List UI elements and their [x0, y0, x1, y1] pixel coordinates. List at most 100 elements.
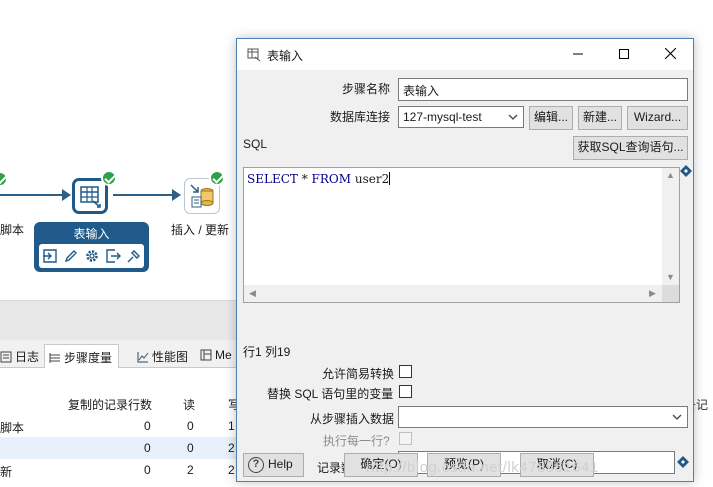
- chevron-down-icon: [672, 414, 682, 420]
- wizard-button[interactable]: Wizard...: [627, 106, 688, 130]
- db-connection-select[interactable]: 127-mysql-test: [398, 106, 524, 128]
- step-success-check-icon: [101, 170, 117, 186]
- hop-arrow-icon: [62, 189, 71, 201]
- watermark: http://blog.csdn.net/lk478561641: [366, 459, 599, 476]
- cell-step-name: 新: [0, 465, 13, 479]
- help-button-label: Help: [268, 457, 293, 471]
- step-success-check-icon: [209, 170, 225, 186]
- execute-each-row-checkbox: [399, 432, 412, 445]
- replace-variables-checkbox[interactable]: [399, 385, 412, 398]
- tab-metrics-label: Me: [215, 348, 232, 362]
- column-header-copied[interactable]: 复制的记录行数: [68, 396, 152, 413]
- help-icon: ?: [248, 457, 264, 473]
- column-header-read[interactable]: 读: [183, 396, 195, 413]
- insert-from-step-select[interactable]: [398, 406, 688, 428]
- tab-log[interactable]: 日志: [0, 344, 45, 368]
- cursor-position: 行1 列19: [243, 345, 291, 359]
- chart-icon: [137, 352, 149, 363]
- gear-icon[interactable]: [84, 248, 100, 264]
- metrics-doc-icon: [200, 349, 212, 361]
- edit-icon[interactable]: [63, 248, 79, 264]
- cell-read: 0: [187, 441, 194, 455]
- variable-diamond-icon[interactable]: [677, 456, 689, 468]
- close-button[interactable]: [647, 39, 693, 70]
- new-connection-button[interactable]: 新建...: [578, 106, 622, 130]
- dialog-title: 表输入: [267, 49, 304, 63]
- help-button[interactable]: ? Help: [243, 453, 304, 477]
- cell-copied: 0: [144, 419, 151, 433]
- vertical-scrollbar[interactable]: ▲ ▼: [662, 168, 679, 287]
- tab-step-metrics-label: 步骤度量: [64, 351, 113, 365]
- cell-read: 0: [187, 419, 194, 433]
- table-input-icon: [247, 48, 261, 62]
- text-caret: [389, 172, 391, 185]
- table-input-dialog: 表输入 步骤名称 表输入 数据库连接 127-mysql-test 编辑... …: [236, 38, 694, 482]
- cell-copied: 0: [144, 441, 151, 455]
- scroll-down-icon[interactable]: ▼: [666, 272, 675, 282]
- step-name-input[interactable]: 表输入: [398, 78, 688, 101]
- table-row[interactable]: 脚本 0 0 1: [0, 415, 240, 437]
- minimize-button[interactable]: [555, 39, 601, 70]
- sql-keyword-from: FROM: [311, 172, 352, 186]
- tab-metrics[interactable]: Me: [196, 344, 238, 368]
- table-row[interactable]: 新 0 2 2: [0, 459, 240, 481]
- scroll-up-icon[interactable]: ▲: [666, 170, 675, 180]
- cell-written: 2: [228, 463, 235, 477]
- hop-arrow-icon: [172, 189, 181, 201]
- step-label-script[interactable]: 脚本: [0, 221, 24, 238]
- maximize-button[interactable]: [601, 39, 647, 70]
- cell-read: 2: [187, 463, 194, 477]
- output-icon[interactable]: [105, 248, 121, 264]
- cell-written: 2: [228, 441, 235, 455]
- sql-text[interactable]: SELECT * FROM user2: [247, 172, 391, 186]
- tab-log-label: 日志: [15, 350, 40, 364]
- step-toolbar: [39, 244, 144, 268]
- lazy-conversion-checkbox[interactable]: [399, 365, 412, 378]
- edit-connection-button[interactable]: 编辑...: [529, 106, 573, 130]
- table-input-icon: [80, 186, 101, 208]
- dialog-body: 步骤名称 表输入 数据库连接 127-mysql-test 编辑... 新建..…: [237, 70, 693, 481]
- input-icon[interactable]: [42, 248, 58, 264]
- sql-label: SQL: [243, 137, 268, 151]
- variable-diamond-icon[interactable]: [680, 165, 692, 177]
- step-metrics-table: 复制的记录行数 读 写 脚本 0 0 1 0 0 2 新 0 2 2: [0, 368, 240, 487]
- step-success-check-icon: [0, 171, 8, 187]
- hop-line[interactable]: [0, 194, 62, 196]
- metrics-icon: [49, 353, 60, 363]
- step-label-table-input[interactable]: 表输入: [34, 225, 149, 242]
- sql-keyword-select: SELECT: [247, 172, 298, 186]
- cell-step-name: 脚本: [0, 421, 25, 435]
- db-connection-label: 数据库连接: [330, 110, 391, 124]
- sql-editor[interactable]: SELECT * FROM user2 ▲ ▼ ◀ ▶: [243, 167, 680, 303]
- db-connection-value: 127-mysql-test: [403, 110, 482, 124]
- table-row[interactable]: 0 0 2: [0, 437, 240, 459]
- scroll-right-icon[interactable]: ▶: [649, 288, 656, 299]
- tab-performance-chart[interactable]: 性能图: [133, 344, 194, 368]
- sql-text-part: *: [297, 172, 312, 186]
- replace-variables-label: 替换 SQL 语句里的变量: [267, 387, 394, 401]
- tab-step-metrics[interactable]: 步骤度量: [44, 344, 120, 368]
- sql-text-part: user2: [351, 172, 390, 186]
- horizontal-scrollbar[interactable]: ◀ ▶: [244, 285, 663, 302]
- execute-each-row-label: 执行每一行?: [323, 434, 390, 448]
- minimize-icon: [573, 53, 583, 55]
- cell-copied: 0: [144, 463, 151, 477]
- insert-from-step-label: 从步骤插入数据: [310, 412, 395, 426]
- get-sql-button[interactable]: 获取SQL查询语句...: [573, 136, 688, 160]
- step-action-popup: 表输入: [34, 222, 149, 272]
- cell-written: 1: [228, 419, 235, 433]
- pin-icon[interactable]: [126, 248, 142, 264]
- lazy-conversion-label: 允许简易转换: [322, 367, 395, 381]
- step-label-insert-update[interactable]: 插入 / 更新: [171, 221, 229, 238]
- close-icon: [664, 47, 676, 60]
- panel-separator[interactable]: [0, 300, 240, 340]
- scroll-left-icon[interactable]: ◀: [249, 288, 256, 299]
- hop-line[interactable]: [113, 194, 173, 196]
- tab-performance-chart-label: 性能图: [152, 350, 189, 364]
- step-name-label: 步骤名称: [342, 82, 391, 96]
- chevron-down-icon: [508, 114, 518, 120]
- execution-results-tabs: 日志 步骤度量 性能图 Me: [0, 340, 240, 368]
- dialog-titlebar[interactable]: 表输入: [237, 39, 693, 70]
- log-icon: [0, 351, 12, 363]
- maximize-icon: [619, 49, 629, 59]
